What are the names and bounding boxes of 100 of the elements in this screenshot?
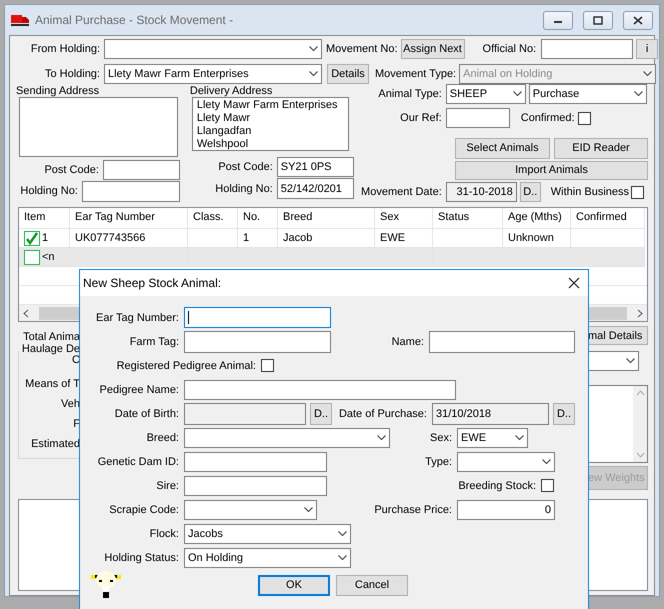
field-label: Post Code: bbox=[44, 164, 99, 176]
field-label: Total Anima bbox=[23, 331, 80, 344]
field-label: Within Business bbox=[550, 186, 630, 198]
holding-status-dropdown[interactable]: On Holding bbox=[184, 548, 351, 568]
sire-field[interactable] bbox=[184, 476, 327, 496]
checkbox[interactable] bbox=[541, 479, 554, 492]
field-label: Confirmed: bbox=[520, 112, 575, 124]
scroll-right-icon[interactable] bbox=[637, 309, 643, 318]
animal-details-button[interactable]: mal Details bbox=[586, 326, 648, 345]
table-cell: 1 bbox=[243, 232, 250, 244]
field-label: Flock: bbox=[148, 528, 179, 540]
chevron-icon bbox=[512, 91, 522, 97]
table-cell: EWE bbox=[380, 232, 406, 244]
scroll-left-icon[interactable] bbox=[23, 309, 29, 318]
section-label: Delivery Address bbox=[190, 85, 274, 97]
breed-dropdown[interactable] bbox=[184, 428, 390, 448]
group-title: Haulage De bbox=[22, 343, 80, 354]
close-icon bbox=[633, 16, 643, 24]
official-no-field[interactable] bbox=[541, 39, 634, 59]
select-animals-button[interactable]: Select Animals bbox=[455, 138, 550, 158]
purchase-price-field[interactable]: 0 bbox=[457, 500, 555, 520]
post-code-field[interactable]: SY21 0PS bbox=[276, 156, 354, 176]
to-holding-dropdown[interactable]: Llety Mawr Farm Enterprises bbox=[104, 64, 322, 84]
chevron-icon bbox=[643, 70, 652, 76]
ear-tag-field[interactable] bbox=[184, 307, 331, 328]
date-picker-button[interactable]: D.. bbox=[520, 182, 541, 202]
grid-row[interactable]: 1 UK077743566 1 Jacob EWE Unknown bbox=[19, 229, 645, 248]
details-button[interactable]: Details bbox=[327, 64, 369, 84]
column-header[interactable]: Age (Mths) bbox=[503, 208, 571, 228]
column-header[interactable]: Ear Tag Number bbox=[70, 208, 188, 228]
eid-reader-button[interactable]: EID Reader bbox=[554, 138, 648, 158]
field-label: Holding Status: bbox=[103, 552, 179, 564]
field-label: Sire: bbox=[155, 480, 179, 492]
field-label: Farm Tag: bbox=[128, 336, 179, 348]
minimize-button[interactable] bbox=[543, 10, 573, 30]
checkbox[interactable] bbox=[631, 186, 644, 198]
table-cell: UK077743566 bbox=[75, 232, 146, 244]
close-button[interactable] bbox=[623, 10, 653, 30]
address-field[interactable]: Llety Mawr Farm Enterprises Llety Mawr Llangadfan Welshpool bbox=[192, 97, 349, 151]
from-holding-dropdown[interactable] bbox=[104, 39, 322, 59]
flock-dropdown[interactable]: Jacobs bbox=[184, 524, 351, 544]
field-label: Purchase Price: bbox=[374, 504, 452, 516]
movement-date-field[interactable]: 31-10-2018 bbox=[446, 182, 517, 202]
field-label: Type: bbox=[425, 456, 452, 468]
row-checkbox[interactable] bbox=[24, 250, 40, 264]
address-field[interactable] bbox=[19, 97, 178, 157]
table-cell: Unknown bbox=[508, 232, 554, 244]
field-label: Date of Birth: bbox=[114, 408, 179, 420]
dropdown[interactable] bbox=[586, 351, 639, 371]
import-animals-button[interactable]: Import Animals bbox=[455, 160, 648, 180]
truck-icon bbox=[11, 13, 29, 27]
post-code-field[interactable] bbox=[102, 160, 180, 180]
our-ref-field[interactable] bbox=[446, 108, 510, 128]
genetic-dam-id-field[interactable] bbox=[184, 452, 327, 472]
farm-tag-field[interactable] bbox=[184, 330, 331, 352]
assign-next-button[interactable]: Assign Next bbox=[400, 39, 465, 59]
column-header[interactable]: Sex bbox=[375, 208, 433, 228]
animal-type-dropdown[interactable]: SHEEP bbox=[446, 84, 526, 104]
field-label: Name: bbox=[392, 336, 424, 348]
checkbox[interactable] bbox=[578, 112, 591, 124]
chevron-icon bbox=[304, 506, 313, 512]
section-label: Sending Address bbox=[16, 85, 100, 97]
chevron-icon bbox=[309, 46, 318, 52]
maximize-button[interactable] bbox=[583, 10, 613, 30]
grid-row[interactable]: <n bbox=[19, 248, 645, 267]
checkbox[interactable] bbox=[261, 359, 274, 372]
ok-button[interactable]: OK bbox=[258, 574, 330, 596]
holding-no-field[interactable] bbox=[82, 180, 180, 202]
info-button[interactable]: i bbox=[636, 39, 658, 59]
sheep-icon bbox=[90, 570, 122, 600]
cancel-button[interactable]: Cancel bbox=[336, 574, 408, 596]
type-dropdown[interactable] bbox=[457, 452, 555, 472]
column-header[interactable]: Breed bbox=[278, 208, 375, 228]
chevron-icon bbox=[377, 434, 386, 440]
address-line: Llety Mawr bbox=[196, 112, 252, 125]
field-label: Holding No: bbox=[20, 185, 78, 197]
name-field[interactable] bbox=[429, 330, 575, 352]
purpose-dropdown[interactable]: Purchase bbox=[528, 84, 647, 104]
column-header[interactable]: Item bbox=[19, 208, 70, 228]
column-header[interactable]: Status bbox=[433, 208, 503, 228]
field-label: C bbox=[72, 354, 80, 368]
chevron-icon bbox=[309, 70, 318, 76]
chevron-icon bbox=[515, 434, 524, 440]
chevron-icon bbox=[338, 530, 347, 536]
field-label: Movement Type: bbox=[375, 68, 456, 80]
table-cell: <n bbox=[42, 251, 55, 263]
field-label: Means of T bbox=[25, 378, 80, 392]
field-label: To Holding: bbox=[44, 68, 100, 80]
field-label: Estimated bbox=[31, 438, 80, 452]
field-label: From Holding: bbox=[30, 43, 100, 55]
holding-no-field[interactable]: 52/142/0201 bbox=[276, 178, 354, 199]
row-checkbox[interactable] bbox=[24, 230, 40, 246]
column-header[interactable]: Class. bbox=[188, 208, 238, 228]
column-header[interactable]: Confirmed bbox=[571, 208, 645, 228]
pedigree-name-field[interactable] bbox=[184, 380, 456, 400]
close-icon[interactable] bbox=[568, 277, 580, 289]
sex-dropdown[interactable]: EWE bbox=[457, 428, 528, 448]
column-header[interactable]: No. bbox=[238, 208, 278, 228]
address-line: Llety Mawr Farm Enterprises bbox=[196, 99, 338, 112]
scrapie-code-dropdown[interactable] bbox=[184, 500, 317, 520]
